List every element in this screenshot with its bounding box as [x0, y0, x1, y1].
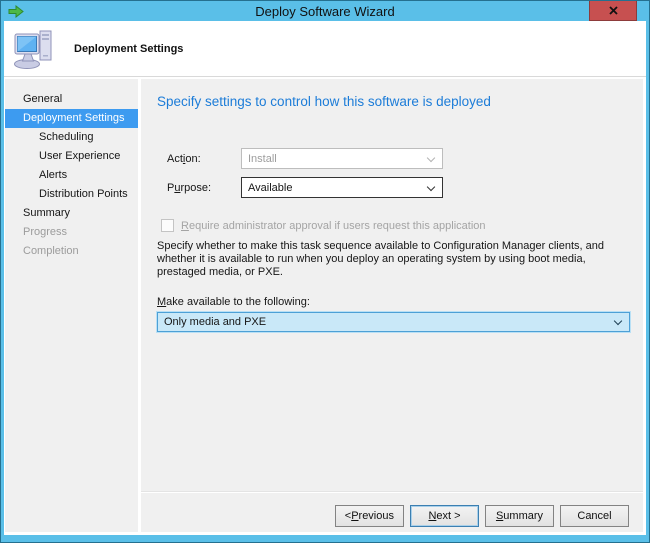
previous-button[interactable]: < Previous [335, 505, 404, 527]
computer-icon [13, 28, 57, 70]
cancel-button[interactable]: Cancel [560, 505, 629, 527]
main-area: General Deployment Settings Scheduling U… [4, 78, 646, 535]
sidebar-item-scheduling[interactable]: Scheduling [5, 128, 138, 147]
approval-checkbox [161, 219, 174, 232]
make-available-select[interactable]: Only media and PXE [157, 312, 630, 332]
title-bar[interactable]: Deploy Software Wizard [1, 1, 649, 21]
sidebar-item-completion: Completion [5, 242, 138, 261]
purpose-value: Available [248, 182, 292, 194]
approval-checkbox-label: Require administrator approval if users … [181, 220, 486, 232]
deploy-software-wizard-window: Deploy Software Wizard [0, 0, 650, 543]
summary-button[interactable]: Summary [485, 505, 554, 527]
sidebar-item-general[interactable]: General [5, 90, 138, 109]
action-value: Install [248, 153, 277, 165]
page-heading: Specify settings to control how this sof… [157, 94, 643, 109]
wizard-page-title: Deployment Settings [74, 43, 183, 55]
wizard-buttons: < Previous Next > Summary Cancel [335, 505, 629, 527]
close-button[interactable] [589, 1, 637, 21]
make-available-label: Make available to the following: [157, 296, 643, 308]
deployment-form: Action: Install Purpose: Available [167, 148, 643, 198]
next-button[interactable]: Next > [410, 505, 479, 527]
make-available-value: Only media and PXE [164, 316, 266, 328]
sidebar-item-user-experience[interactable]: User Experience [5, 147, 138, 166]
window-title: Deploy Software Wizard [1, 4, 649, 19]
wizard-steps-sidebar: General Deployment Settings Scheduling U… [5, 79, 138, 532]
chevron-down-icon [427, 154, 435, 162]
sidebar-item-deployment-settings[interactable]: Deployment Settings [5, 109, 138, 128]
sidebar-item-summary[interactable]: Summary [5, 204, 138, 223]
purpose-label: Purpose: [167, 182, 241, 194]
purpose-select[interactable]: Available [241, 177, 443, 198]
sidebar-item-distribution-points[interactable]: Distribution Points [5, 185, 138, 204]
wizard-header: Deployment Settings [4, 21, 646, 77]
chevron-down-icon [427, 183, 435, 191]
dialog-body: Deployment Settings General Deployment S… [4, 21, 646, 535]
chevron-down-icon [614, 317, 622, 325]
sidebar-item-progress: Progress [5, 223, 138, 242]
action-row: Action: Install [167, 148, 643, 169]
sidebar-item-alerts[interactable]: Alerts [5, 166, 138, 185]
task-sequence-description: Specify whether to make this task sequen… [157, 240, 625, 279]
purpose-row: Purpose: Available [167, 177, 643, 198]
footer-divider [141, 491, 643, 493]
action-label: Action: [167, 153, 241, 165]
wizard-content-panel: Specify settings to control how this sof… [141, 79, 643, 532]
approval-checkbox-row: Require administrator approval if users … [161, 219, 643, 232]
close-icon [609, 6, 618, 15]
action-select: Install [241, 148, 443, 169]
